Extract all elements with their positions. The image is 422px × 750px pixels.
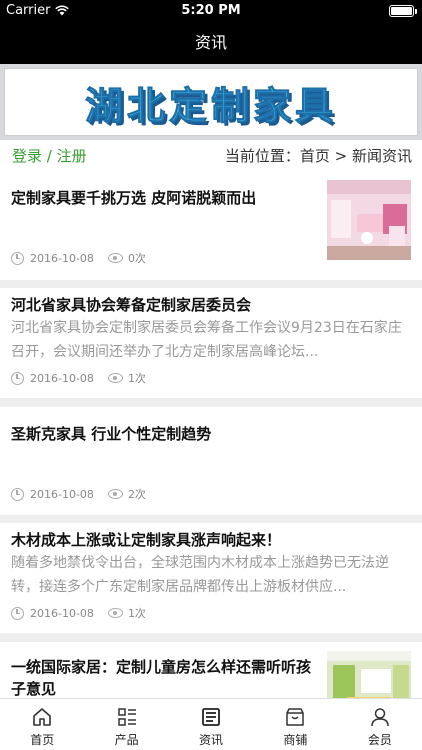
eye-icon [107,253,123,263]
tab-news[interactable]: 资讯 [169,699,253,750]
tab-label: 首页 [30,733,55,747]
eye-icon [107,489,123,499]
clock-icon [11,606,24,620]
tab-products[interactable]: 产品 [84,699,168,750]
tab-label: 会员 [367,733,392,747]
nav-bar: 资讯 [0,22,422,64]
news-item[interactable]: 一统国际家居：定制儿童房怎么样还需听听孩子意见 [0,642,422,698]
home-icon [33,708,52,726]
news-thumbnail[interactable] [327,180,411,260]
news-meta: 2016-10-08 1次 [11,370,146,386]
clock-icon [11,487,24,501]
list-icon [117,708,136,726]
page-title: 资讯 [194,33,227,52]
login-link[interactable]: 登录 [12,147,42,165]
eye-icon [107,608,123,618]
tab-bar: 首页 产品 资讯 商铺 会员 [0,698,422,750]
login-register: 登录 / 注册 [12,145,87,166]
tab-label: 产品 [114,733,139,747]
news-icon [202,708,220,726]
tab-home[interactable]: 首页 [0,699,84,750]
clock-icon [11,251,24,265]
news-date: 2016-10-08 [30,371,94,385]
news-meta: 2016-10-08 1次 [11,605,146,621]
news-date: 2016-10-08 [30,251,94,265]
register-link[interactable]: 注册 [57,147,87,165]
news-views: 2次 [127,488,146,501]
news-title[interactable]: 定制家具要千挑万选 皮阿诺脱颖而出 [11,187,311,209]
news-item[interactable]: 圣斯克家具 行业个性定制趋势 2016-10-08 2次 [0,407,422,515]
news-desc: 河北省家具协会定制家居委员会筹备工作会议9月23日在石家庄召开，会议期间还举办了… [11,320,402,360]
news-meta: 2016-10-08 2次 [11,486,146,502]
news-meta: 2016-10-08 0次 [11,250,146,266]
breadcrumb: 当前位置：首页 > 新闻资讯 [224,147,412,165]
news-date: 2016-10-08 [30,487,94,501]
banner[interactable]: 湖北定制家具 [0,64,422,140]
banner-text: 湖北定制家具 [84,83,337,128]
news-title[interactable]: 河北省家具协会筹备定制家居委员会 [11,294,251,316]
news-thumbnail[interactable] [327,651,411,698]
info-row: 登录 / 注册 当前位置：首页 > 新闻资讯 [0,140,422,171]
tab-label: 商铺 [283,733,308,747]
news-title[interactable]: 木材成本上涨或让定制家具涨声响起来！ [11,529,281,551]
news-desc: 随着多地禁伐令出台，全球范围内木材成本上涨趋势已无法逆转，接连多个广东定制家居品… [11,555,389,595]
news-title[interactable]: 一统国际家居：定制儿童房怎么样还需听听孩子意见 [11,656,316,698]
user-icon [371,708,389,727]
clock: 5:20 PM [181,3,241,18]
banner-image: 湖北定制家具 [4,68,418,136]
news-views: 1次 [127,372,146,385]
news-item[interactable]: 定制家具要千挑万选 皮阿诺脱颖而出 2016-10-08 0次 [0,171,422,280]
battery-icon [389,5,417,17]
news-views: 1次 [127,607,146,620]
news-title[interactable]: 圣斯克家具 行业个性定制趋势 [11,423,211,445]
shop-icon [286,708,305,726]
tab-member[interactable]: 会员 [338,699,422,750]
tab-shop[interactable]: 商铺 [253,699,337,750]
news-date: 2016-10-08 [30,606,94,620]
news-item[interactable]: 河北省家具协会筹备定制家居委员会 河北省家具协会定制家居委员会筹备工作会议9月2… [0,288,422,398]
login-separator: / [42,147,57,165]
tab-label: 资讯 [199,733,224,747]
clock-icon [11,371,24,385]
eye-icon [107,373,123,383]
news-views: 0次 [127,252,146,265]
news-item[interactable]: 木材成本上涨或让定制家具涨声响起来！ 随着多地禁伐令出台，全球范围内木材成本上涨… [0,523,422,633]
status-bar: Carrier 5:20 PM [0,0,422,22]
